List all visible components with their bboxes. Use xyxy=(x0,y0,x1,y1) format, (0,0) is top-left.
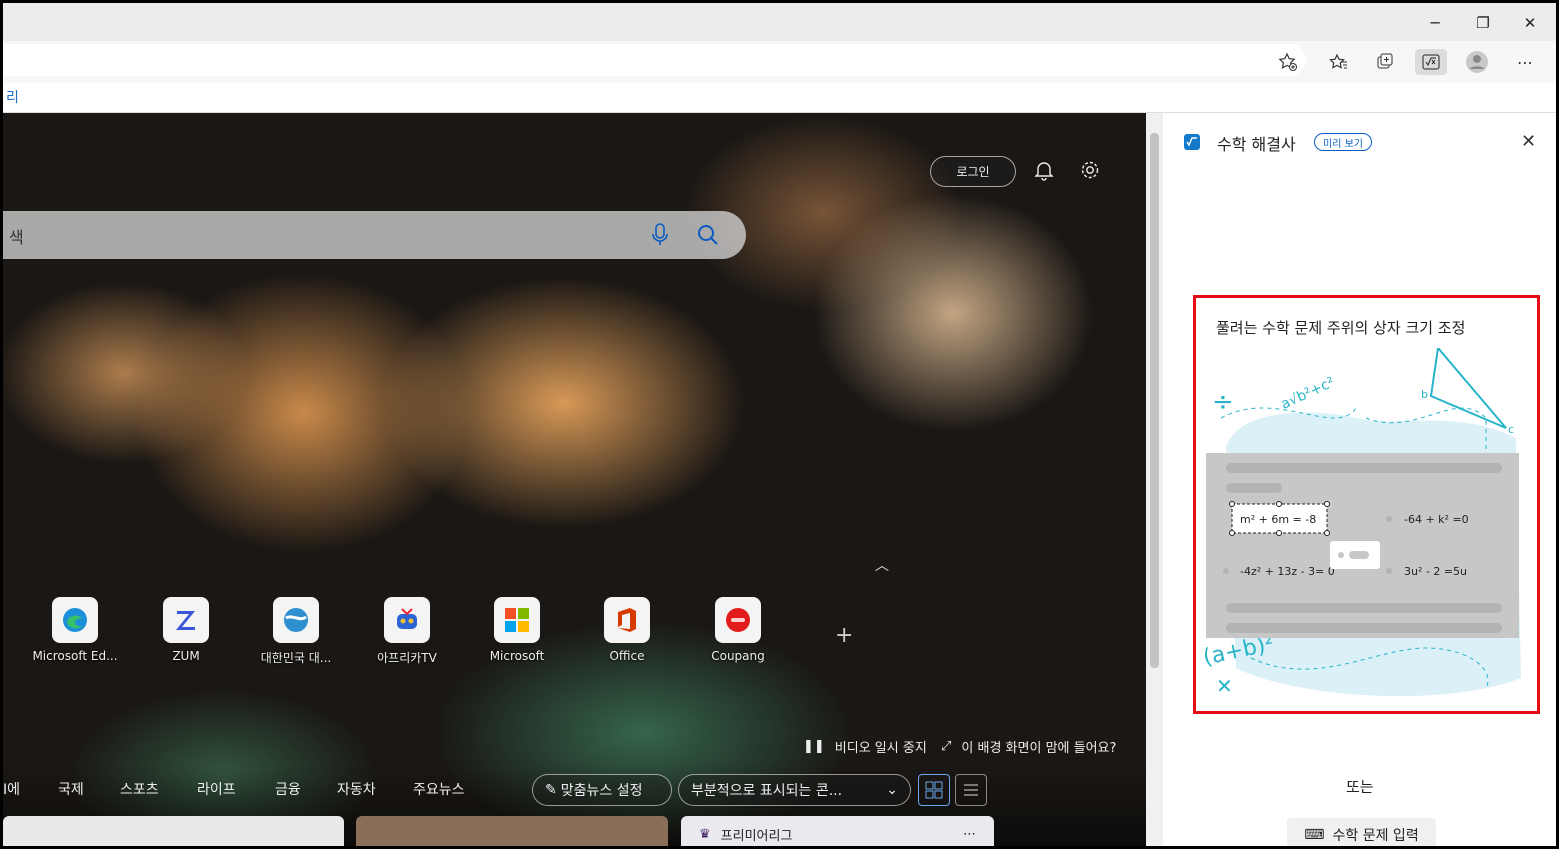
news-category[interactable]: 금융 xyxy=(275,779,301,799)
premier-league-icon: ♛ xyxy=(699,826,711,842)
news-card[interactable]: ♛ 프리미어리그 ⋯ xyxy=(681,816,994,846)
equation-text: 3u² - 2 =5u xyxy=(1404,565,1467,578)
collapse-chevron-icon[interactable]: ︿ xyxy=(875,555,889,575)
personalize-news-button[interactable]: ✎ 맞춤뉴스 설정 xyxy=(532,774,672,806)
search-icon[interactable] xyxy=(696,223,720,251)
web-search-box[interactable]: 색 xyxy=(3,211,746,259)
equation-text: -4z² + 13z - 3= 0 xyxy=(1240,565,1335,578)
expand-arrow-icon: ⤢ xyxy=(941,739,952,754)
triangle-label: c xyxy=(1508,423,1514,436)
add-favorite-icon[interactable] xyxy=(1274,49,1302,75)
tile-label: 대한민국 대... xyxy=(260,651,332,665)
chevron-down-icon: ⌄ xyxy=(886,782,898,798)
layout-dropdown[interactable]: 부분적으로 표시되는 콘... ⌄ xyxy=(678,774,911,806)
address-bar[interactable] xyxy=(3,44,1306,76)
like-background-label: 이 배경 화면이 맘에 들어요? xyxy=(961,741,1117,756)
news-category[interactable]: 라이프 xyxy=(197,779,236,799)
notification-bell-icon[interactable] xyxy=(1033,159,1055,185)
search-placeholder: 색 xyxy=(9,228,24,247)
or-separator: 또는 xyxy=(1346,778,1374,796)
quick-link-tile[interactable]: Microsoft xyxy=(472,597,562,663)
news-category[interactable]: 국제 xyxy=(58,779,84,799)
favorites-link[interactable]: 리 xyxy=(6,87,19,107)
browser-window: ─ ❐ ✕ ⋯ 리 로그인 색 ︿ Microsoft Ed... ZUM 대한… xyxy=(0,0,1559,849)
instruction-text: 풀려는 수학 문제 주위의 상자 크기 조정 xyxy=(1216,319,1466,337)
quick-link-tile[interactable]: Microsoft Ed... xyxy=(30,597,120,663)
instruction-highlight-box: 풀려는 수학 문제 주위의 상자 크기 조정 ÷ ✕ a√b²+c² a b c… xyxy=(1193,295,1540,714)
plus-icon: ✕ xyxy=(1216,674,1233,698)
close-window-button[interactable]: ✕ xyxy=(1518,11,1542,35)
coupang-icon xyxy=(715,597,761,643)
news-card[interactable] xyxy=(3,816,344,846)
new-tab-page: 로그인 색 ︿ Microsoft Ed... ZUM 대한민국 대... 아프… xyxy=(3,113,1146,846)
tile-label: Microsoft Ed... xyxy=(32,649,118,663)
close-icon[interactable]: ✕ xyxy=(1521,131,1536,152)
quick-link-tile[interactable]: Office xyxy=(582,597,672,663)
news-card-source: 프리미어리그 xyxy=(720,828,793,844)
title-bar: ─ ❐ ✕ xyxy=(3,3,1556,41)
restore-button[interactable]: ❐ xyxy=(1471,11,1495,35)
crop-illustration: ÷ ✕ a√b²+c² a b c (a+b)² m² + 6m = -8 xyxy=(1201,348,1521,698)
office-icon xyxy=(604,597,650,643)
sqrt-decoration: a√b²+c² xyxy=(1279,374,1337,413)
favorites-bar: 리 xyxy=(3,83,1556,113)
tile-label: 아프리카TV xyxy=(377,651,437,665)
pause-video-label: 비디오 일시 중지 xyxy=(834,741,927,756)
minimize-button[interactable]: ─ xyxy=(1423,11,1447,35)
favorites-icon[interactable] xyxy=(1325,49,1353,75)
math-solver-icon[interactable] xyxy=(1415,49,1447,75)
personalize-news-label: 맞춤뉴스 설정 xyxy=(560,783,643,799)
microphone-icon[interactable] xyxy=(650,222,670,252)
news-category[interactable]: 주요뉴스 xyxy=(413,779,465,799)
quick-link-tile[interactable]: Coupang xyxy=(693,597,783,663)
equation-text: m² + 6m = -8 xyxy=(1240,513,1316,526)
pencil-icon: ✎ xyxy=(545,782,557,798)
tile-label: Microsoft xyxy=(489,649,545,663)
grid-view-icon[interactable] xyxy=(918,774,950,806)
like-background-button[interactable]: ⤢ 이 배경 화면이 맘에 들어요? xyxy=(941,737,1116,756)
quick-link-tile[interactable]: ZUM xyxy=(141,597,231,663)
type-math-problem-button[interactable]: ⌨ 수학 문제 입력 xyxy=(1287,818,1436,846)
list-view-icon[interactable] xyxy=(955,774,987,806)
news-category[interactable]: 스포츠 xyxy=(120,779,159,799)
microsoft-icon xyxy=(494,597,540,643)
zum-icon xyxy=(163,597,209,643)
more-options-icon[interactable]: ⋯ xyxy=(1511,49,1539,75)
pause-icon: ❚❚ xyxy=(803,739,825,754)
more-options-icon[interactable]: ⋯ xyxy=(963,827,976,842)
preview-badge: 미리 보기 xyxy=(1314,133,1372,151)
tile-label: Office xyxy=(609,649,645,663)
toolbar: ⋯ xyxy=(3,41,1556,83)
divide-icon: ÷ xyxy=(1212,387,1234,417)
keyboard-icon: ⌨ xyxy=(1304,827,1325,843)
korea-icon xyxy=(273,597,319,643)
afreecatv-icon xyxy=(384,597,430,643)
news-category[interactable]: I에 xyxy=(3,779,20,799)
news-card[interactable] xyxy=(356,816,668,846)
triangle-label: b xyxy=(1421,388,1428,401)
tile-label: Coupang xyxy=(711,649,765,663)
quick-link-tile[interactable]: 아프리카TV xyxy=(362,597,452,666)
scrollbar-thumb[interactable] xyxy=(1150,133,1159,668)
collections-icon[interactable] xyxy=(1371,49,1399,75)
equation-text: -64 + k² =0 xyxy=(1404,513,1469,526)
math-solver-sidebar: 수학 해결사 미리 보기 ✕ 풀려는 수학 문제 주위의 상자 크기 조정 ÷ … xyxy=(1163,113,1556,846)
sidebar-title: 수학 해결사 xyxy=(1217,135,1296,154)
edge-icon xyxy=(52,597,98,643)
settings-gear-icon[interactable] xyxy=(1079,159,1101,185)
login-button[interactable]: 로그인 xyxy=(930,156,1016,187)
pause-video-button[interactable]: ❚❚ 비디오 일시 중지 xyxy=(803,737,927,756)
tile-label: ZUM xyxy=(172,649,200,663)
layout-dropdown-label: 부분적으로 표시되는 콘... xyxy=(691,783,843,799)
math-solver-logo-icon xyxy=(1183,133,1201,155)
type-math-problem-label: 수학 문제 입력 xyxy=(1332,828,1419,844)
news-category[interactable]: 자동차 xyxy=(337,779,376,799)
add-shortcut-icon[interactable]: + xyxy=(835,623,853,648)
triangle-label: a xyxy=(1434,348,1441,349)
quick-link-tile[interactable]: 대한민국 대... xyxy=(251,597,341,666)
profile-avatar-icon[interactable] xyxy=(1463,49,1491,75)
